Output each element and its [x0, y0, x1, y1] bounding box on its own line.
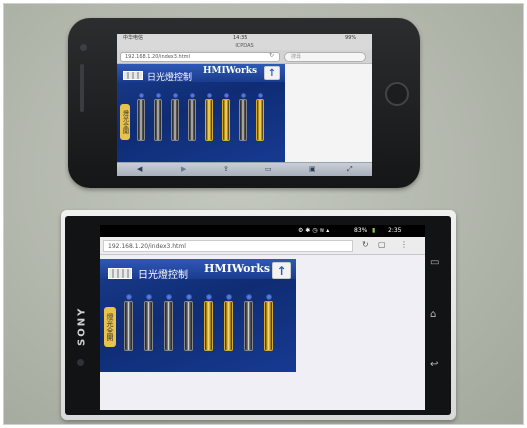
photo-background: 中华电信 14:35 99% ICPDAS 192.168.1.20/index…: [3, 3, 524, 425]
fixture-connector: [245, 294, 252, 300]
light-fixture-5[interactable]: [204, 301, 213, 351]
light-fixture-2[interactable]: [144, 301, 153, 351]
panel-title: 日光燈控制: [138, 270, 188, 281]
up-arrow-button[interactable]: ↑: [264, 66, 280, 80]
web-content: 日光燈控制 HMIWorks ↑ 燈光全開: [117, 64, 372, 162]
iphone-home-button[interactable]: [385, 82, 409, 106]
back-icon[interactable]: ↩: [430, 359, 438, 370]
sony-camera: [77, 359, 84, 366]
share-icon[interactable]: ⇪: [223, 165, 229, 173]
menu-icon[interactable]: ⋮: [400, 240, 408, 249]
tabs-icon[interactable]: ▢: [378, 240, 386, 249]
lamp-logo: [123, 71, 143, 80]
light-fixture-3[interactable]: [171, 99, 179, 141]
light-fixture-2[interactable]: [154, 99, 162, 141]
all-lights-on-button[interactable]: 燈光全開: [104, 307, 116, 347]
light-fixture-7[interactable]: [239, 99, 247, 141]
url-field[interactable]: 192.168.1.20/index3.html: [103, 240, 353, 252]
chrome-address-bar: 192.168.1.20/index3.html ↻ ▢ ⋮: [100, 237, 425, 255]
tabs-icon[interactable]: ▣: [309, 165, 316, 173]
lamp-logo: [108, 268, 132, 279]
light-fixture-1[interactable]: [137, 99, 145, 141]
iphone-camera: [80, 44, 87, 51]
fixture-connector: [185, 294, 192, 300]
fixture-connector: [205, 294, 212, 300]
android-status-bar: ⚙ ✱ ◷ ≋ ▴ 83% ▮ 2:35: [100, 225, 425, 237]
fixture-connector: [265, 294, 272, 300]
reload-icon[interactable]: ↻: [269, 52, 274, 59]
light-fixture-6[interactable]: [222, 99, 230, 141]
iphone-speaker: [80, 64, 84, 112]
light-fixture-6[interactable]: [224, 301, 233, 351]
light-fixture-4[interactable]: [188, 99, 196, 141]
fixture-connector: [145, 294, 152, 300]
fixture-connector: [225, 294, 232, 300]
fullscreen-icon[interactable]: ⤢: [347, 165, 353, 174]
fixture-connector: [125, 294, 132, 300]
up-arrow-button[interactable]: ↑: [272, 262, 291, 279]
reload-icon[interactable]: ↻: [362, 240, 369, 249]
light-fixture-8[interactable]: [264, 301, 273, 351]
clock: 2:35: [388, 227, 402, 234]
forward-icon[interactable]: ▶: [181, 165, 186, 173]
safari-address-bar: 192.168.1.20/index3.html ↻ 搜尋: [117, 50, 372, 64]
recent-apps-icon[interactable]: ▭: [430, 257, 439, 268]
home-icon[interactable]: ⌂: [430, 309, 436, 320]
fixture-connector: [240, 93, 246, 98]
fixture-connector: [165, 294, 172, 300]
safari-toolbar: ◀ ▶ ⇪ ▭ ▣ ⤢: [117, 162, 372, 176]
android-nav-bar: ▭ ⌂ ↩: [425, 225, 449, 410]
light-fixture-1[interactable]: [124, 301, 133, 351]
search-field[interactable]: 搜尋: [284, 52, 366, 62]
battery-icon: ▮: [372, 227, 376, 234]
fixture-connector: [172, 93, 178, 98]
sony-screen: ⚙ ✱ ◷ ≋ ▴ 83% ▮ 2:35 192.168.1.20/index3…: [100, 225, 425, 410]
hmi-panel: 日光燈控制 HMIWorks ↑ 燈光全開: [100, 259, 296, 372]
hmiworks-logo: HMIWorks: [203, 66, 258, 76]
fixture-connector: [189, 93, 195, 98]
iphone-screen: 中华电信 14:35 99% ICPDAS 192.168.1.20/index…: [117, 34, 372, 176]
light-fixture-8[interactable]: [256, 99, 264, 141]
fixture-connector: [257, 93, 263, 98]
fixture-connector: [138, 93, 144, 98]
battery-label: 83%: [354, 227, 368, 234]
fixture-connector: [155, 93, 161, 98]
light-fixture-4[interactable]: [184, 301, 193, 351]
light-fixture-7[interactable]: [244, 301, 253, 351]
url-field[interactable]: 192.168.1.20/index3.html: [120, 52, 280, 62]
hmi-panel: 日光燈控制 HMIWorks ↑ 燈光全開: [117, 64, 285, 162]
hmiworks-logo: HMIWorks: [204, 262, 271, 275]
bookmarks-icon[interactable]: ▭: [265, 165, 272, 173]
sony-brand: SONY: [76, 306, 88, 346]
status-icons: ⚙ ✱ ◷ ≋ ▴: [298, 227, 330, 234]
fixture-connector: [206, 93, 212, 98]
back-icon[interactable]: ◀: [137, 165, 142, 173]
fixture-connector: [223, 93, 229, 98]
page-title: ICPDAS: [117, 42, 372, 50]
light-fixture-5[interactable]: [205, 99, 213, 141]
panel-title: 日光燈控制: [147, 73, 193, 83]
light-fixture-3[interactable]: [164, 301, 173, 351]
all-lights-on-button[interactable]: 燈光全開: [120, 104, 130, 140]
